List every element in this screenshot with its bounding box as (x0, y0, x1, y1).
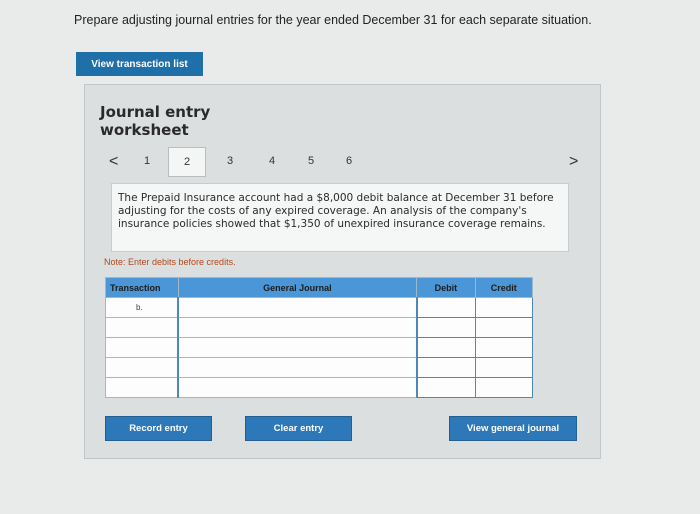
general-journal-input[interactable] (177, 377, 418, 398)
credit-input[interactable] (474, 337, 534, 358)
transaction-cell (105, 357, 179, 378)
view-general-journal-button[interactable]: View general journal (449, 416, 577, 441)
general-journal-input[interactable] (177, 297, 418, 318)
worksheet-pager: < 1 2 3 4 5 6 > (101, 147, 581, 177)
journal-entry-worksheet-panel: Journal entry worksheet < 1 2 3 4 5 6 > … (84, 84, 601, 459)
entry-note: Note: Enter debits before credits. (104, 257, 236, 267)
credit-input[interactable] (474, 297, 534, 318)
prev-page-icon[interactable]: < (109, 153, 118, 171)
transaction-cell (105, 377, 179, 398)
transaction-column-header: Transaction (105, 277, 179, 298)
page-3-tab[interactable]: 3 (222, 155, 238, 167)
debit-input[interactable] (416, 357, 476, 378)
page-4-tab[interactable]: 4 (264, 155, 280, 167)
table-row (105, 357, 534, 378)
credit-input[interactable] (474, 377, 534, 398)
clear-entry-button[interactable]: Clear entry (245, 416, 352, 441)
next-page-icon[interactable]: > (569, 153, 578, 171)
debit-input[interactable] (416, 317, 476, 338)
view-transaction-list-button[interactable]: View transaction list (76, 52, 203, 76)
page-6-tab[interactable]: 6 (341, 155, 357, 167)
general-journal-input[interactable] (177, 317, 418, 338)
debit-input[interactable] (416, 337, 476, 358)
debit-column-header: Debit (416, 277, 476, 298)
credit-input[interactable] (474, 317, 534, 338)
transaction-cell: b. (105, 297, 179, 318)
transaction-cell (105, 317, 179, 338)
credit-column-header: Credit (474, 277, 534, 298)
table-row: b. (105, 297, 534, 318)
scenario-description: The Prepaid Insurance account had a $8,0… (111, 183, 569, 252)
general-journal-column-header: General Journal (177, 277, 418, 298)
page-2-tab[interactable]: 2 (168, 147, 206, 177)
transaction-cell (105, 337, 179, 358)
journal-entry-table: Transaction General Journal Debit Credit… (105, 277, 534, 398)
instructions-text: Prepare adjusting journal entries for th… (74, 13, 592, 27)
table-row (105, 317, 534, 338)
record-entry-button[interactable]: Record entry (105, 416, 212, 441)
page-1-tab[interactable]: 1 (139, 155, 155, 167)
table-row (105, 377, 534, 398)
debit-input[interactable] (416, 297, 476, 318)
page-5-tab[interactable]: 5 (303, 155, 319, 167)
table-row (105, 337, 534, 358)
credit-input[interactable] (474, 357, 534, 378)
debit-input[interactable] (416, 377, 476, 398)
general-journal-input[interactable] (177, 357, 418, 378)
worksheet-title: Journal entry worksheet (100, 103, 211, 139)
general-journal-input[interactable] (177, 337, 418, 358)
